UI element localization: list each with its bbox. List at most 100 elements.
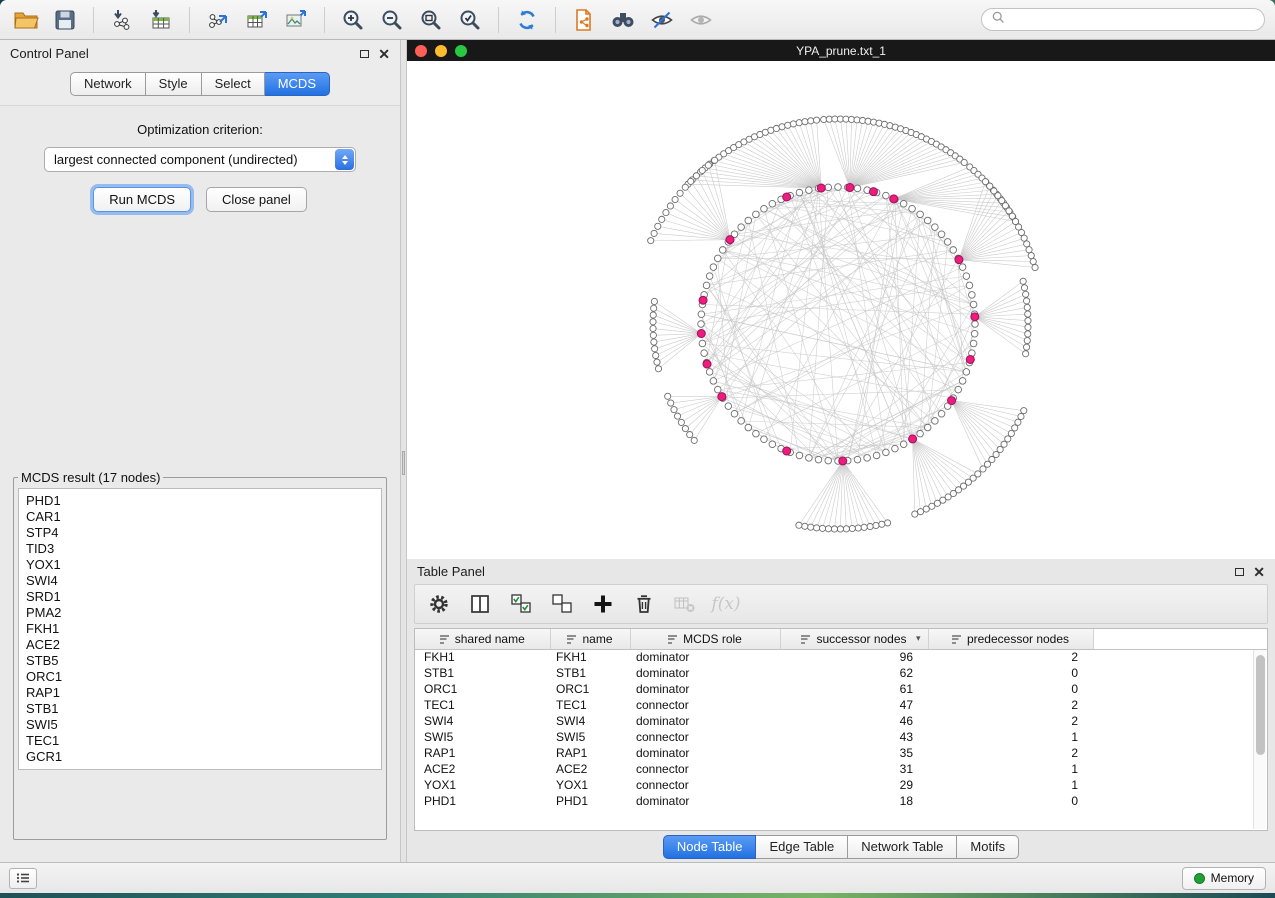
network-canvas[interactable] [407,61,1275,559]
result-item[interactable]: STB5 [26,653,374,669]
table-row[interactable]: SWI5SWI5connector431 [415,729,1267,745]
dropdown-stepper-icon [335,149,354,170]
toolbar-separator [555,7,556,33]
export-network-icon[interactable] [202,5,234,35]
control-panel: Control Panel ✕ NetworkStyleSelectMCDS O… [0,40,400,862]
tab-select[interactable]: Select [202,72,265,96]
result-item[interactable]: YOX1 [26,557,374,573]
refresh-icon[interactable] [511,5,543,35]
result-item[interactable]: ORC1 [26,669,374,685]
column-sort-icon [567,635,576,644]
window-zoom-button[interactable] [455,45,467,57]
table-tab-node-table[interactable]: Node Table [663,835,757,859]
column-header-MCDS-role[interactable]: MCDS role [630,629,780,649]
share-network-file-icon[interactable] [568,5,600,35]
table-tab-edge-table[interactable]: Edge Table [756,835,848,859]
column-header-successor-nodes[interactable]: successor nodes▾ [780,629,928,649]
toolbar-separator [324,7,325,33]
table-row[interactable]: YOX1YOX1connector291 [415,777,1267,793]
table-header-row: shared namenameMCDS rolesuccessor nodes▾… [415,629,1267,649]
table-tab-network-table[interactable]: Network Table [848,835,957,859]
window-close-button[interactable] [415,45,427,57]
close-panel-button[interactable]: Close panel [206,187,307,212]
toolbar-search[interactable] [981,8,1265,31]
run-mcds-button[interactable]: Run MCDS [93,187,191,212]
toolbar-separator [189,7,190,33]
zoom-fit-icon[interactable] [415,5,447,35]
table-row[interactable]: ORC1ORC1dominator610 [415,681,1267,697]
select-all-icon[interactable] [509,592,533,616]
control-panel-header: Control Panel ✕ [0,40,400,67]
export-table-icon[interactable] [241,5,273,35]
search-network-icon[interactable] [607,5,639,35]
table-row[interactable]: ACE2ACE2connector311 [415,761,1267,777]
table-row[interactable]: FKH1FKH1dominator962 [415,649,1267,665]
import-table-disabled-icon [673,592,697,616]
column-header-name[interactable]: name [550,629,630,649]
result-item[interactable]: TEC1 [26,733,374,749]
memory-button[interactable]: Memory [1182,867,1266,890]
table-settings-gear-icon[interactable] [427,592,451,616]
main-area: Control Panel ✕ NetworkStyleSelectMCDS O… [0,40,1275,862]
export-image-icon[interactable] [280,5,312,35]
window-minimize-button[interactable] [435,45,447,57]
splitter-handle-icon [402,451,405,475]
column-header-shared-name[interactable]: shared name [415,629,550,649]
import-network-icon[interactable] [106,5,138,35]
tab-mcds[interactable]: MCDS [265,72,330,96]
result-item[interactable]: TID3 [26,541,374,557]
result-item[interactable]: STB1 [26,701,374,717]
column-header-predecessor-nodes[interactable]: predecessor nodes [928,629,1093,649]
add-column-icon[interactable] [591,592,615,616]
toolbar-separator [498,7,499,33]
control-panel-title: Control Panel [10,46,89,61]
network-window: YPA_prune.txt_1 [407,40,1275,559]
table-row[interactable]: STB1STB1dominator620 [415,665,1267,681]
result-item[interactable]: FKH1 [26,621,374,637]
main-toolbar [0,0,1275,40]
result-item[interactable]: SWI5 [26,717,374,733]
float-panel-icon[interactable] [360,50,369,58]
result-item[interactable]: PMA2 [26,605,374,621]
close-panel-icon[interactable]: ✕ [378,49,390,59]
table-row[interactable]: PHD1PHD1dominator180 [415,793,1267,809]
result-item[interactable]: CAR1 [26,509,374,525]
delete-column-icon[interactable] [632,592,656,616]
table-tab-motifs[interactable]: Motifs [957,835,1019,859]
vertical-splitter[interactable] [400,40,407,862]
result-item[interactable]: GCR1 [26,749,374,765]
result-item[interactable]: ACE2 [26,637,374,653]
tab-style[interactable]: Style [146,72,202,96]
result-item[interactable]: SRD1 [26,589,374,605]
open-file-icon[interactable] [10,5,42,35]
tab-network[interactable]: Network [70,72,146,96]
search-input[interactable] [1010,13,1255,27]
save-session-icon[interactable] [49,5,81,35]
hide-annotations-icon[interactable] [646,5,678,35]
zoom-selected-icon[interactable] [454,5,486,35]
result-item[interactable]: SWI4 [26,573,374,589]
panel-menu-button[interactable] [9,868,37,889]
show-columns-icon[interactable] [468,592,492,616]
table-row[interactable]: SWI4SWI4dominator462 [415,713,1267,729]
table-toolbar: f(x) [414,584,1268,624]
optimization-dropdown[interactable]: largest connected component (undirected) [44,147,356,172]
column-sort-icon [801,635,810,644]
result-item[interactable]: STP4 [26,525,374,541]
float-table-panel-icon[interactable] [1235,568,1244,576]
table-row[interactable]: RAP1RAP1dominator352 [415,745,1267,761]
close-table-panel-icon[interactable]: ✕ [1253,567,1265,577]
table-row[interactable]: TEC1TEC1connector472 [415,697,1267,713]
mcds-result-list[interactable]: PHD1CAR1STP4TID3YOX1SWI4SRD1PMA2FKH1ACE2… [18,488,382,770]
table-scrollbar[interactable] [1253,650,1266,829]
result-item[interactable]: PHD1 [26,493,374,509]
network-svg [407,61,1275,559]
import-table-icon[interactable] [145,5,177,35]
sort-direction-chevron-icon[interactable]: ▾ [916,633,921,644]
deselect-all-icon[interactable] [550,592,574,616]
scrollbar-thumb[interactable] [1256,655,1265,755]
zoom-in-icon[interactable] [337,5,369,35]
mcds-panel: Optimization criterion: largest connecte… [0,105,400,862]
result-item[interactable]: RAP1 [26,685,374,701]
zoom-out-icon[interactable] [376,5,408,35]
